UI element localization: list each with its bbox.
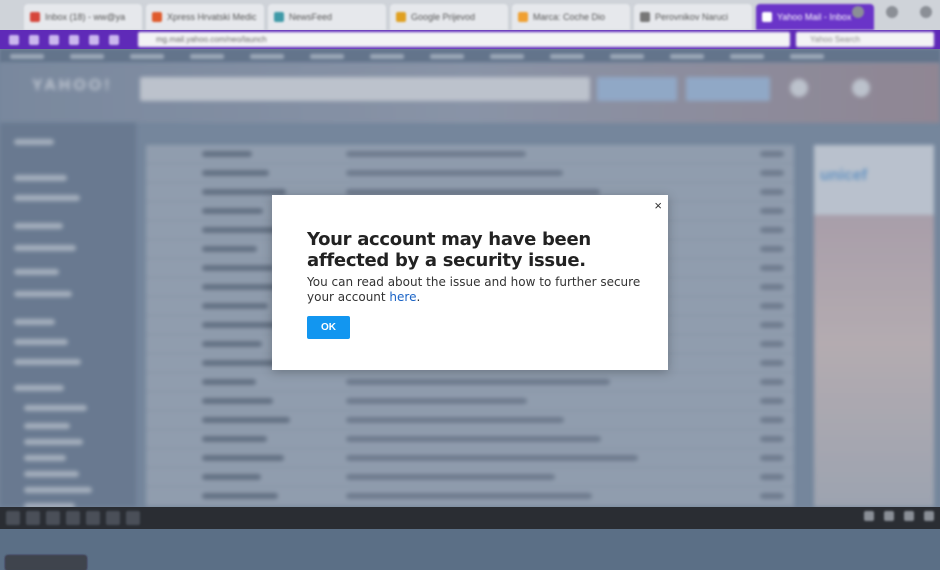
tab-favicon-icon bbox=[762, 12, 772, 22]
home-icon[interactable] bbox=[69, 34, 79, 45]
tab-favicon-icon bbox=[274, 12, 284, 22]
here-link[interactable]: here bbox=[389, 290, 416, 304]
security-alert-dialog: × Your account may have been affected by… bbox=[272, 195, 668, 370]
browser-tab[interactable]: Inbox (18) - ww@ya bbox=[24, 4, 142, 30]
task-view-icon[interactable] bbox=[46, 511, 60, 525]
minimize-icon[interactable] bbox=[852, 6, 864, 18]
tray-icon[interactable] bbox=[864, 511, 874, 521]
taskbar-icon[interactable] bbox=[106, 511, 120, 525]
taskbar-app[interactable] bbox=[6, 556, 86, 570]
browser-toolbar: mg.mail.yahoo.com/neo/launch Yahoo Searc… bbox=[0, 30, 940, 49]
maximize-icon[interactable] bbox=[886, 6, 898, 18]
system-tray bbox=[864, 511, 934, 521]
search-icon[interactable] bbox=[26, 511, 40, 525]
tab-favicon-icon bbox=[640, 12, 650, 22]
browser-tab[interactable]: Xpress Hrvatski Medic bbox=[146, 4, 264, 30]
tab-favicon-icon bbox=[30, 12, 40, 22]
folder-icon[interactable] bbox=[66, 511, 80, 525]
start-icon[interactable] bbox=[6, 511, 20, 525]
tab-favicon-icon bbox=[518, 12, 528, 22]
dialog-body-text: You can read about the issue and how to … bbox=[307, 275, 641, 304]
browser-search-input[interactable]: Yahoo Search bbox=[796, 32, 934, 47]
taskbar bbox=[0, 507, 940, 570]
tab-label: Inbox (18) - ww@ya bbox=[45, 12, 126, 22]
browser-tab[interactable]: NewsFeed bbox=[268, 4, 386, 30]
browser-tab[interactable]: Marca: Coche Dio bbox=[512, 4, 630, 30]
address-bar[interactable]: mg.mail.yahoo.com/neo/launch bbox=[138, 32, 790, 47]
tray-icon[interactable] bbox=[884, 511, 894, 521]
browser-tab[interactable]: Google Prijevod bbox=[390, 4, 508, 30]
back-icon[interactable] bbox=[9, 34, 19, 45]
taskbar-icon[interactable] bbox=[126, 511, 140, 525]
tray-icon[interactable] bbox=[904, 511, 914, 521]
dialog-body-end: . bbox=[416, 290, 421, 304]
ok-button[interactable]: OK bbox=[307, 316, 350, 339]
window-controls bbox=[852, 6, 932, 18]
tab-label: Yahoo Mail - Inbox bbox=[777, 12, 852, 22]
dialog-body: You can read about the issue and how to … bbox=[307, 275, 647, 305]
clock-icon[interactable] bbox=[924, 511, 934, 521]
close-icon[interactable]: × bbox=[654, 198, 662, 214]
tab-label: Marca: Coche Dio bbox=[533, 12, 606, 22]
tab-label: Google Prijevod bbox=[411, 12, 476, 22]
tab-label: NewsFeed bbox=[289, 12, 333, 22]
tab-label: Xpress Hrvatski Medic bbox=[167, 12, 257, 22]
bookmark-icon[interactable] bbox=[109, 34, 119, 45]
taskbar-icon[interactable] bbox=[86, 511, 100, 525]
browser-tab[interactable]: Perovnikov Naruci bbox=[634, 4, 752, 30]
forward-icon[interactable] bbox=[29, 34, 39, 45]
download-icon[interactable] bbox=[89, 34, 99, 45]
close-window-icon[interactable] bbox=[920, 6, 932, 18]
tab-favicon-icon bbox=[396, 12, 406, 22]
dialog-title: Your account may have been affected by a… bbox=[307, 229, 591, 271]
tab-label: Perovnikov Naruci bbox=[655, 12, 729, 22]
browser-tab-strip: Inbox (18) - ww@ya Xpress Hrvatski Medic N… bbox=[0, 0, 940, 30]
stop-icon[interactable] bbox=[49, 34, 59, 45]
tab-favicon-icon bbox=[152, 12, 162, 22]
